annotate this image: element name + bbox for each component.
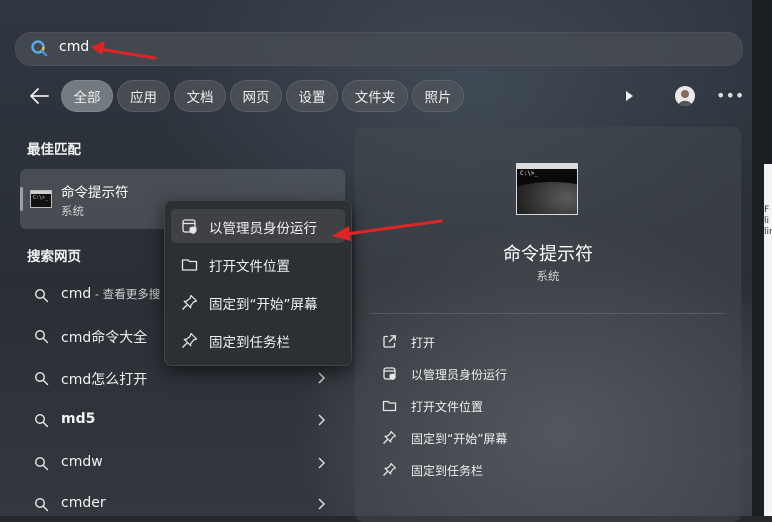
filter-web[interactable]: 网页 [230,80,282,112]
search-input[interactable]: cmd [59,39,89,55]
search-box[interactable] [15,32,743,66]
context-pin-to-start[interactable]: 固定到“开始”屏幕 [171,285,345,319]
chevron-right-icon [318,498,326,510]
filter-photos[interactable]: 照片 [412,80,464,112]
pin-icon [182,332,198,348]
context-menu: 以管理员身份运行 打开文件位置 固定到“开始”屏幕 固定到任务栏 [164,200,352,366]
detail-title: 命令提示符 [503,244,593,265]
best-match-heading: 最佳匹配 [27,142,81,158]
action-pin-to-taskbar[interactable]: 固定到任务栏 [380,459,710,481]
command-prompt-large-icon: C:\>_ [516,163,578,215]
action-label: 打开文件位置 [411,400,484,414]
admin-shield-icon [383,367,396,380]
context-item-label: 固定到任务栏 [209,335,290,351]
selection-indicator [20,187,23,211]
web-result-text: cmder [61,495,106,511]
search-icon [34,371,49,386]
search-icon [34,413,49,428]
web-result-text: cmdw [61,454,103,470]
filter-folders[interactable]: 文件夹 [342,80,408,112]
filter-documents[interactable]: 文档 [174,80,226,112]
search-icon [34,288,49,303]
chevron-right-icon [318,372,326,384]
search-icon [31,40,48,57]
best-match-subtitle: 系统 [61,204,84,218]
web-result-text: cmd [61,286,92,302]
filter-settings[interactable]: 设置 [286,80,338,112]
pin-icon [383,430,397,444]
action-run-as-admin[interactable]: 以管理员身份运行 [380,363,710,385]
search-icon [34,456,49,471]
filter-all[interactable]: 全部 [61,80,113,112]
command-prompt-icon-text: C:\>_ [33,195,49,201]
back-arrow-icon[interactable] [28,86,50,106]
context-item-label: 固定到“开始”屏幕 [209,297,318,313]
web-result-hint: - 查看更多搜 [91,287,161,301]
web-result-text: md5 [61,411,96,427]
action-open[interactable]: 打开 [380,331,710,353]
best-match-title: 命令提示符 [61,185,129,201]
action-open-file-location[interactable]: 打开文件位置 [380,395,710,417]
context-open-file-location[interactable]: 打开文件位置 [171,247,345,281]
avatar[interactable] [675,86,695,106]
pin-icon [182,294,198,310]
command-prompt-icon: C:\>_ [30,190,52,208]
play-icon[interactable] [621,88,637,104]
command-prompt-large-icon-text: C:\>_ [520,170,539,177]
folder-icon [382,400,397,412]
search-icon [34,497,49,512]
context-item-label: 以管理员身份运行 [209,221,317,237]
detail-subtitle: 系统 [536,269,560,283]
context-item-label: 打开文件位置 [209,259,290,275]
chevron-right-icon [318,414,326,426]
chevron-right-icon [318,457,326,469]
filter-apps[interactable]: 应用 [117,80,170,112]
web-result-text: cmd命令大全 [61,330,148,346]
web-result-md5[interactable]: md5 [24,405,344,435]
more-options-icon[interactable]: ••• [716,86,744,106]
web-result-cmder[interactable]: cmder [24,489,344,519]
web-result-cmd-how-open[interactable]: cmd怎么打开 [24,363,344,393]
divider [371,313,725,314]
avatar-image [678,90,692,106]
web-result-cmdw[interactable]: cmdw [24,448,344,478]
folder-icon [181,259,198,271]
web-search-heading: 搜索网页 [27,249,81,265]
action-label: 打开 [411,336,436,350]
pin-icon [383,462,397,476]
web-result-text: cmd怎么打开 [61,372,148,388]
action-label: 固定到“开始”屏幕 [411,432,508,446]
admin-shield-icon [182,219,197,234]
action-pin-to-start[interactable]: 固定到“开始”屏幕 [380,427,710,449]
open-external-icon [383,335,396,348]
context-pin-to-taskbar[interactable]: 固定到任务栏 [171,323,345,357]
action-label: 固定到任务栏 [411,464,484,478]
context-run-as-admin[interactable]: 以管理员身份运行 [171,209,345,243]
action-label: 以管理员身份运行 [411,368,508,382]
search-icon [34,329,49,344]
background-window-text: Fli lin [764,205,772,237]
